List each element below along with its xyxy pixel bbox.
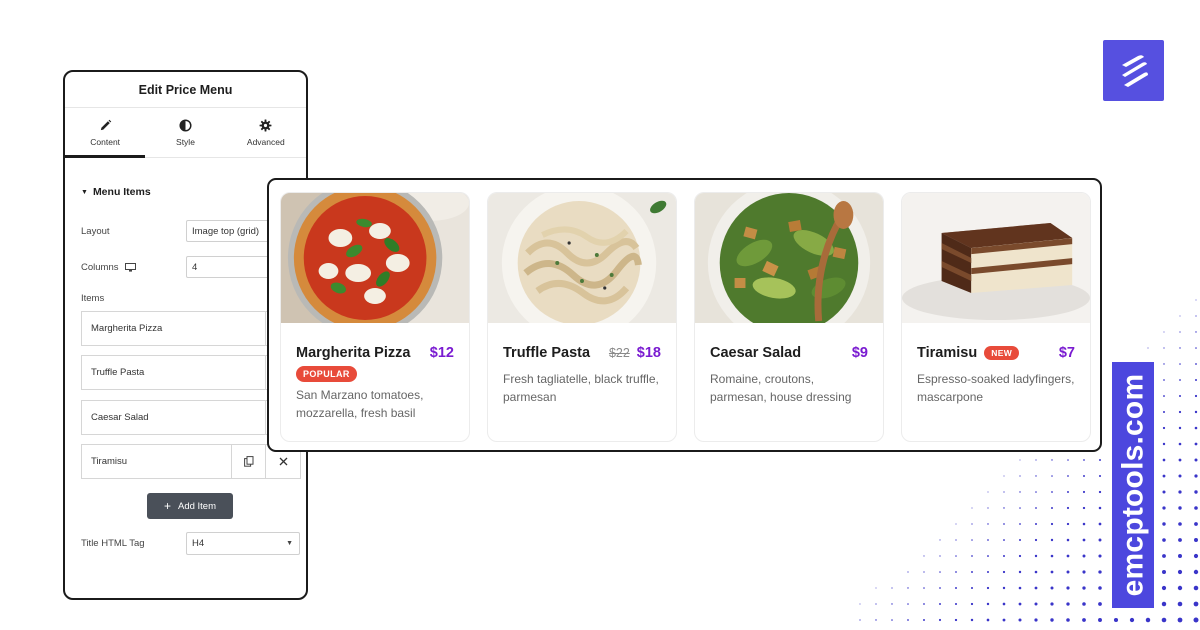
chevron-down-icon: ▼ — [286, 540, 293, 547]
item-title: Caesar Salad — [710, 345, 802, 361]
columns-label: Columns — [81, 262, 119, 273]
tab-style[interactable]: Style — [145, 108, 225, 157]
menu-card[interactable]: Truffle Pasta $22 $18 Fresh tagliatelle,… — [487, 192, 677, 442]
section-title: Menu Items — [92, 186, 151, 198]
repeater-item-label: Truffle Pasta — [82, 356, 266, 389]
repeater-item-label: Tiramisu — [82, 445, 232, 478]
brand-site-banner: emcptools.com — [1112, 362, 1154, 608]
stacked-waves-icon — [1121, 54, 1148, 87]
layout-value: Image top (grid) — [192, 225, 260, 237]
title-tag-value: H4 — [192, 538, 205, 549]
item-old-price: $22 — [608, 346, 630, 360]
tab-advanced[interactable]: Advanced — [226, 108, 306, 157]
tab-advanced-label: Advanced — [246, 136, 285, 147]
repeater-item[interactable]: Tiramisu — [81, 444, 301, 479]
tab-content-label: Content — [90, 136, 121, 147]
section-toggle-menu-items[interactable]: ▼ Menu Items — [81, 186, 151, 198]
menu-card[interactable]: Tiramisu NEW $7 Espresso-soaked ladyfing… — [901, 192, 1091, 442]
pasta-photo — [488, 193, 676, 323]
close-icon — [279, 457, 287, 466]
popular-badge: POPULAR — [296, 366, 357, 382]
item-title: Tiramisu — [917, 345, 978, 361]
item-price: $18 — [636, 345, 661, 361]
tab-bar: Content Style Advanced — [65, 108, 306, 158]
items-label: Items — [81, 293, 105, 304]
desktop-monitor-icon[interactable] — [124, 263, 136, 272]
item-price: $9 — [851, 345, 868, 361]
panel-title: Edit Price Menu — [65, 72, 306, 108]
layout-label: Layout — [81, 226, 110, 237]
columns-value: 4 — [192, 261, 198, 273]
columns-label-group: Columns — [81, 262, 136, 273]
contrast-icon — [179, 118, 192, 132]
add-item-button[interactable]: + Add Item — [147, 493, 233, 519]
item-description: Romaine, croutons, parmesan, house dress… — [710, 372, 852, 404]
repeater-item-label: Margherita Pizza — [82, 312, 266, 345]
plus-icon: + — [163, 499, 171, 513]
menu-card[interactable]: Margherita Pizza $12 POPULAR San Marzano… — [280, 192, 470, 442]
price-group: $22 $18 — [609, 345, 661, 361]
item-price: $7 — [1058, 345, 1075, 361]
brand-logo — [1103, 40, 1164, 101]
copy-icon — [243, 456, 253, 467]
new-badge: NEW — [984, 346, 1020, 360]
brand-site-text: emcptools.com — [1116, 373, 1149, 597]
item-description: Fresh tagliatelle, black truffle, parmes… — [503, 372, 659, 404]
title-tag-label: Title HTML Tag — [81, 538, 145, 549]
item-title-group: Tiramisu NEW — [917, 345, 1020, 361]
item-title: Margherita Pizza — [296, 345, 411, 361]
duplicate-button[interactable] — [232, 445, 266, 478]
gear-icon — [259, 119, 272, 131]
add-item-label: Add Item — [177, 500, 217, 512]
title-tag-select[interactable]: H4 ▼ — [186, 532, 300, 555]
menu-card[interactable]: Caesar Salad $9 Romaine, croutons, parme… — [694, 192, 884, 442]
item-description: Espresso-soaked ladyfingers, mascarpone — [917, 372, 1075, 404]
item-description: San Marzano tomatoes, mozzarella, fresh … — [296, 388, 424, 420]
pizza-photo — [281, 193, 469, 323]
caret-down-icon: ▼ — [81, 188, 88, 196]
pencil-icon — [100, 119, 111, 130]
tiramisu-photo — [902, 193, 1090, 323]
salad-photo — [695, 193, 883, 323]
item-price: $12 — [429, 345, 454, 361]
tab-style-label: Style — [176, 136, 195, 147]
item-title: Truffle Pasta — [503, 345, 591, 361]
tab-content[interactable]: Content — [65, 108, 146, 158]
repeater-item-label: Caesar Salad — [82, 401, 266, 434]
menu-preview: Margherita Pizza $12 POPULAR San Marzano… — [267, 178, 1102, 452]
